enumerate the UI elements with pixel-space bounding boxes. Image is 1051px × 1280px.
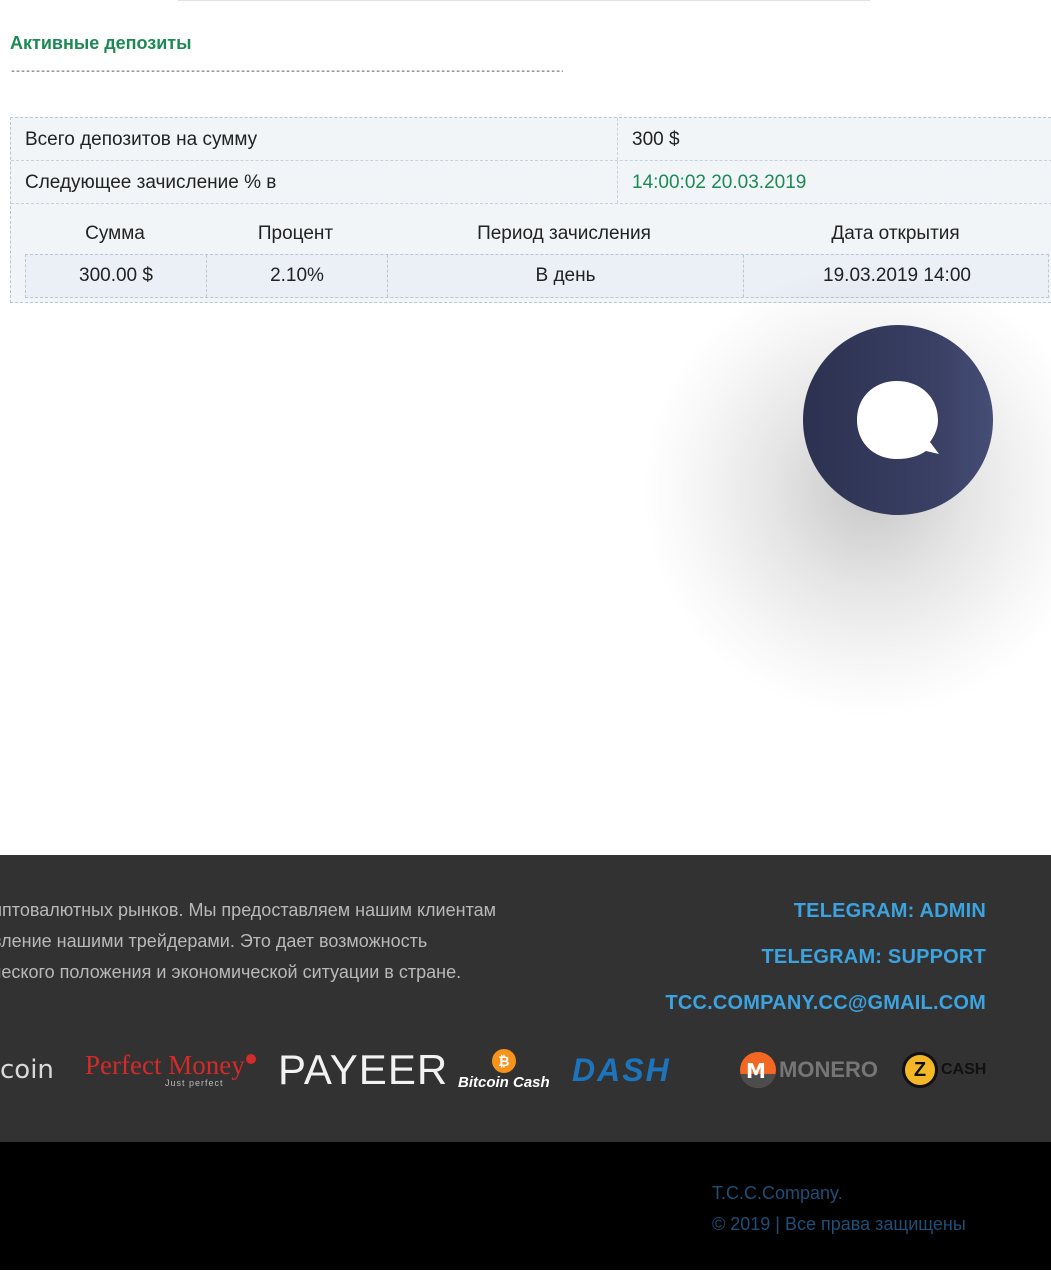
payeer-logo-text: PAYEER [278,1046,449,1093]
summary-row-total: Всего депозитов на сумму 300 $ [11,118,1051,161]
deposit-amount: 300.00 $ [79,265,153,286]
copyright-bar: T.C.C.Company. © 2019 | Все права защище… [0,1142,1051,1270]
monero-icon: M [740,1052,776,1088]
rights-text: © 2019 | Все права защищены [712,1214,966,1234]
deposit-percent: 2.10% [206,255,387,297]
chat-widget-button[interactable] [803,325,993,515]
bitcoin-logo-text: coin [0,1055,54,1085]
bitcoin-cash-logo: ₿ Bitcoin Cash [458,1045,550,1095]
title-dashed-divider: ----------------------------------------… [10,67,563,78]
next-accrual-label: Следующее зачисление % в [25,172,277,193]
bitcoin-cash-icon: ₿ [491,1049,516,1073]
deposit-period: В день [387,255,743,297]
column-divider [617,161,618,203]
perfect-money-logo-text: Perfect Money [85,1050,245,1080]
zcash-logo: Z CASH [902,1045,986,1095]
monero-logo-text: MONERO [779,1057,878,1082]
footer-contacts: TELEGRAM: ADMIN TELEGRAM: SUPPORT TCC.CO… [665,888,986,1026]
column-header-percent: Процент [257,223,334,244]
chat-bubble-icon [857,381,939,459]
deposits-table-header: Сумма Процент Период зачисления Дата отк… [25,214,1049,254]
monero-logo: M MONERO [740,1045,878,1095]
company-name: T.C.C.Company. [712,1183,843,1203]
zcash-logo-text: CASH [941,1061,987,1078]
site-footer: иптовалютных рынков. Мы предоставляем на… [0,855,1051,1142]
dash-logo: DASH [572,1045,671,1095]
total-deposits-label: Всего депозитов на сумму [25,129,258,150]
total-deposits-value: 300 $ [632,129,680,150]
about-company-text: иптовалютных рынков. Мы предоставляем на… [0,895,580,988]
top-divider [178,0,870,1]
bitcoin-cash-logo-text: Bitcoin Cash [458,1074,550,1091]
telegram-admin-link[interactable]: TELEGRAM: ADMIN [665,888,986,934]
summary-row-next-accrual: Следующее зачисление % в 14:00:02 20.03.… [11,161,1051,204]
column-divider [617,118,618,160]
dash-logo-text: DASH [572,1051,671,1088]
email-link[interactable]: TCC.COMPANY.CC@GMAIL.COM [665,980,986,1026]
bitcoin-logo: coin [0,1045,54,1095]
column-header-amount: Сумма [85,223,145,244]
perfect-money-logo: Perfect Money Just perfect [85,1045,256,1095]
page-title: Активные депозиты [10,33,192,53]
zcash-icon: Z [902,1052,938,1088]
payeer-logo: PAYEER [278,1045,448,1095]
column-header-period: Период зачисления [477,223,651,244]
column-header-open-date: Дата открытия [831,223,960,244]
perfect-money-tagline: Just perfect [165,1078,224,1088]
next-accrual-value: 14:00:02 20.03.2019 [632,172,807,193]
about-line: ческого положения и экономической ситуац… [0,962,462,982]
about-line: вление нашими трейдерами. Это дает возмо… [0,931,428,951]
copyright: T.C.C.Company. © 2019 | Все права защище… [712,1178,966,1240]
perfect-money-badge-icon [245,1054,256,1064]
about-line: иптовалютных рынков. Мы предоставляем на… [0,900,496,920]
payment-methods: coin Perfect Money Just perfect PAYEER ₿… [0,1045,1051,1095]
telegram-support-link[interactable]: TELEGRAM: SUPPORT [665,934,986,980]
